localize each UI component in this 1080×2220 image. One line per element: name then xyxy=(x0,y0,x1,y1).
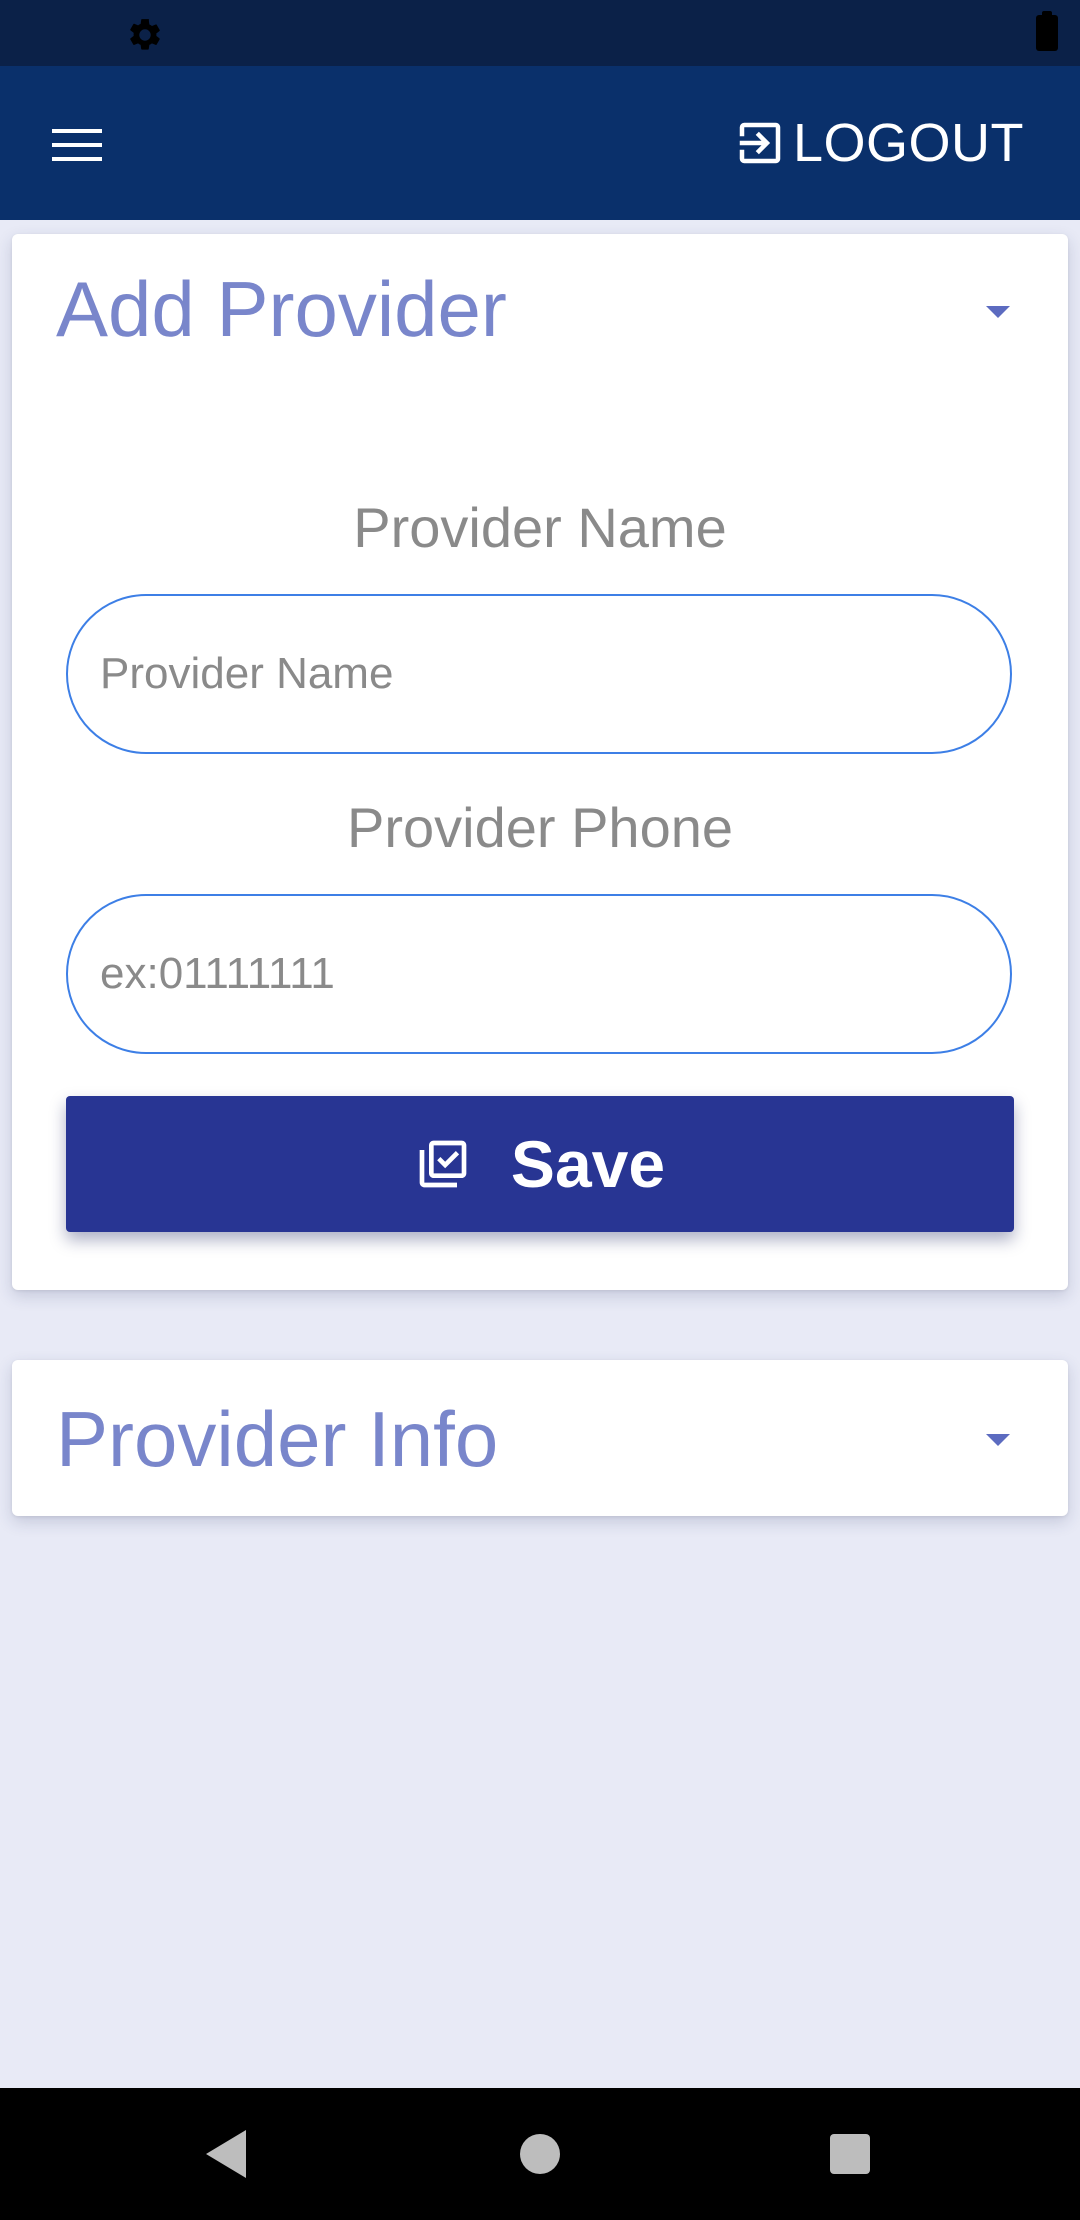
provider-name-label: Provider Name xyxy=(353,496,727,559)
save-label: Save xyxy=(510,1127,666,1201)
home-circle-icon[interactable] xyxy=(520,2134,560,2174)
provider-info-title: Provider Info xyxy=(56,1395,499,1483)
provider-name-input[interactable] xyxy=(66,594,1012,754)
app-bar: LOGOUT xyxy=(0,66,1080,220)
logout-button[interactable]: LOGOUT xyxy=(733,110,1024,176)
status-bar xyxy=(0,0,1080,66)
add-provider-title: Add Provider xyxy=(56,265,507,353)
add-provider-card: Add Provider Provider Name Provider Phon… xyxy=(12,234,1068,1290)
library-add-check-icon xyxy=(419,1140,467,1188)
recents-square-icon[interactable] xyxy=(830,2134,870,2174)
hamburger-menu-icon xyxy=(52,129,102,161)
provider-phone-input[interactable] xyxy=(66,894,1012,1054)
logout-arrow-icon xyxy=(739,122,781,164)
save-button[interactable]: Save xyxy=(66,1096,1014,1232)
system-nav-bar xyxy=(0,2088,1080,2220)
provider-phone-label: Provider Phone xyxy=(346,796,733,859)
caret-down-icon[interactable] xyxy=(986,306,1010,318)
menu-button[interactable] xyxy=(40,120,114,170)
settings-gear-icon xyxy=(130,19,160,50)
logout-label: LOGOUT xyxy=(792,113,1024,173)
provider-info-card[interactable]: Provider Info xyxy=(12,1360,1068,1516)
battery-icon xyxy=(1036,11,1058,51)
back-triangle-icon[interactable] xyxy=(206,2130,246,2178)
caret-down-icon[interactable] xyxy=(986,1434,1010,1446)
